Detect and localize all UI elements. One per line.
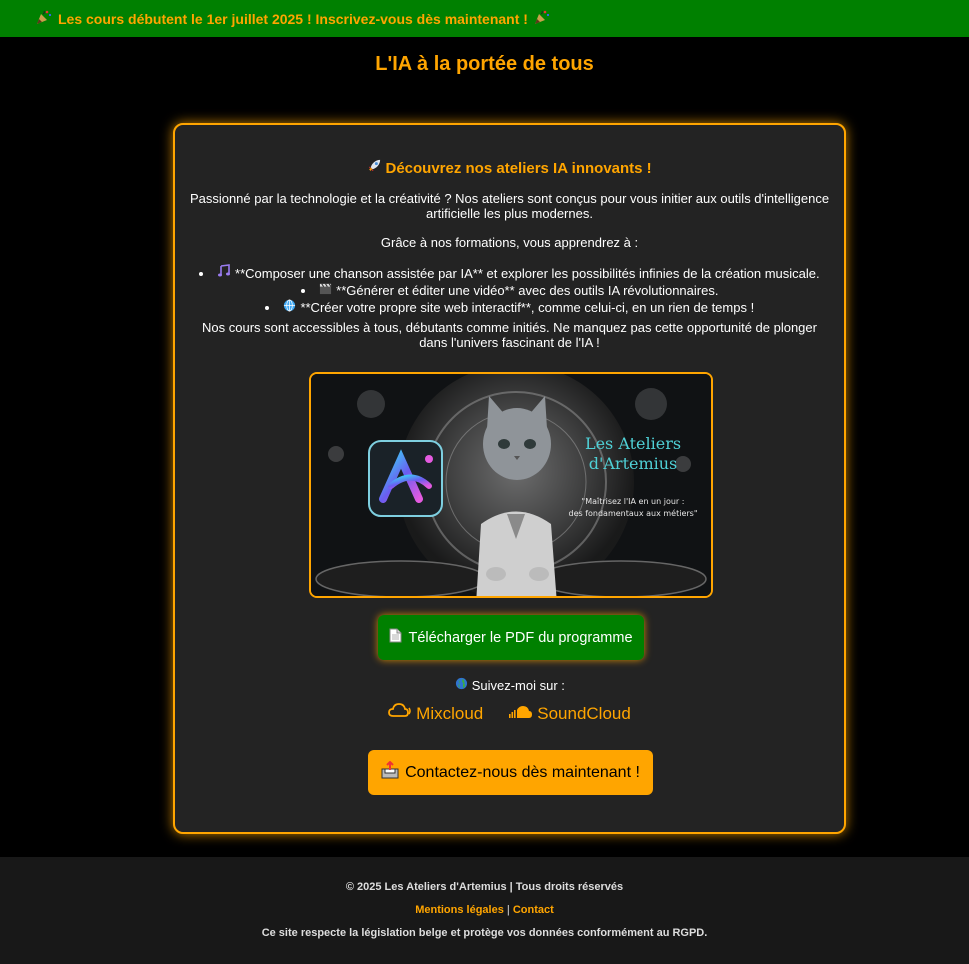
earth-globe-icon — [454, 677, 468, 693]
hero-brand-line2: d'Artemius — [588, 454, 678, 473]
soundcloud-label: SoundCloud — [537, 703, 631, 723]
mixcloud-icon — [388, 703, 412, 724]
music-note-icon — [217, 264, 231, 282]
list-item: **Composer une chanson assistée par IA**… — [175, 264, 844, 282]
document-icon — [389, 628, 402, 647]
intro-text: Passionné par la technologie et la créat… — [189, 191, 830, 221]
learn-intro-text: Grâce à nos formations, vous apprendrez … — [380, 235, 639, 250]
banner-text: Les cours débutent le 1er juillet 2025 !… — [58, 10, 528, 27]
site-footer: © 2025 Les Ateliers d'Artemius | Tous dr… — [0, 857, 969, 964]
workshop-card: Découvrez nos ateliers IA innovants ! Pa… — [173, 123, 846, 834]
list-item: **Générer et éditer une vidéo** avec des… — [175, 282, 844, 299]
globe-icon — [283, 299, 297, 316]
hero-image: Les Ateliers d'Artemius "Maîtrisez l'IA … — [309, 372, 713, 598]
follow-line: Suivez-moi sur : — [175, 677, 844, 693]
card-heading: Découvrez nos ateliers IA innovants ! — [175, 158, 844, 177]
feature-list: **Composer une chanson assistée par IA**… — [175, 264, 844, 316]
hero-brand-line1: Les Ateliers — [584, 434, 682, 453]
download-pdf-label: Télécharger le PDF du programme — [408, 629, 633, 646]
mixcloud-link[interactable]: Mixcloud — [388, 703, 483, 724]
rgpd-text: Ce site respecte la législation belge et… — [261, 927, 708, 939]
party-popper-icon — [534, 9, 550, 28]
outbox-tray-icon — [381, 760, 399, 784]
soundcloud-icon — [509, 704, 533, 724]
list-item: **Créer votre propre site web interactif… — [175, 299, 844, 316]
soundcloud-link[interactable]: SoundCloud — [509, 703, 631, 724]
download-pdf-button[interactable]: Télécharger le PDF du programme — [378, 615, 644, 660]
feature-text: **Générer et éditer une vidéo** avec des… — [336, 283, 719, 298]
outro-text: Nos cours sont accessibles à tous, début… — [202, 320, 817, 350]
contact-button[interactable]: Contactez-nous dès maintenant ! — [368, 750, 653, 795]
social-links: Mixcloud SoundCloud — [175, 703, 844, 724]
hero-tagline-line2: des fondamentaux aux métiers" — [568, 509, 698, 518]
copyright-text: © 2025 Les Ateliers d'Artemius | Tous dr… — [345, 881, 624, 893]
feature-text: **Créer votre propre site web interactif… — [300, 300, 755, 315]
footer-links: Mentions légales | Contact — [0, 904, 969, 916]
mixcloud-label: Mixcloud — [416, 703, 484, 723]
legal-notice-link[interactable]: Mentions légales — [415, 904, 504, 916]
site-title: L'IA à la portée de tous — [375, 53, 594, 75]
contact-button-label: Contactez-nous dès maintenant ! — [405, 763, 640, 781]
feature-text: **Composer une chanson assistée par IA**… — [235, 266, 820, 281]
footer-contact-link[interactable]: Contact — [513, 904, 554, 916]
hero-tagline-line1: "Maîtrisez l'IA en un jour : — [581, 497, 685, 506]
card-heading-text: Découvrez nos ateliers IA innovants ! — [385, 160, 652, 177]
party-popper-icon — [36, 9, 52, 28]
announcement-banner: Les cours débutent le 1er juillet 2025 !… — [0, 0, 969, 37]
clapperboard-icon — [319, 282, 333, 299]
footer-separator: | — [506, 904, 510, 916]
follow-label: Suivez-moi sur : — [471, 678, 565, 693]
rocket-icon — [367, 158, 381, 177]
